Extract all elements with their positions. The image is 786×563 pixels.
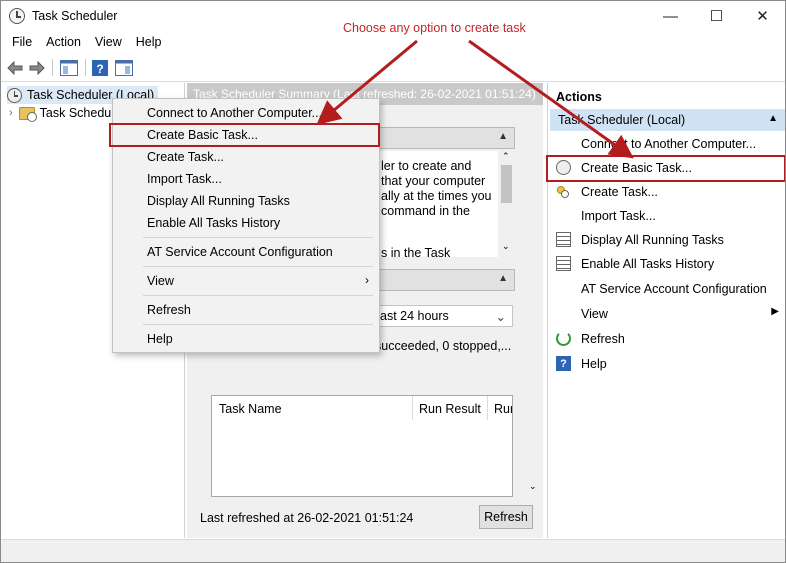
- actions-subheader-label: Task Scheduler (Local): [558, 113, 686, 127]
- ctx-refresh[interactable]: Refresh: [113, 299, 379, 321]
- running-tasks-icon: [556, 232, 571, 247]
- menu-separator: [143, 266, 373, 267]
- overview-line: command in the: [381, 204, 470, 218]
- window-title: Task Scheduler: [32, 9, 118, 23]
- task-scheduler-window: Task Scheduler — ☐ ✕ File Action View He…: [0, 0, 786, 563]
- close-button[interactable]: ✕: [740, 1, 785, 31]
- submenu-arrow-icon: ▶: [771, 306, 779, 317]
- menu-action[interactable]: Action: [39, 32, 88, 54]
- help-icon: ?: [556, 356, 571, 371]
- ctx-help[interactable]: Help: [113, 328, 379, 350]
- ctx-at-service-account-configuration[interactable]: AT Service Account Configuration: [113, 241, 379, 263]
- menu-separator: [143, 324, 373, 325]
- column-header-run-result[interactable]: Run Result: [419, 402, 481, 416]
- last-refreshed-text: Last refreshed at 26-02-2021 01:51:24: [200, 511, 414, 525]
- status-period-select[interactable]: ast 24 hours ⌄: [373, 305, 513, 327]
- overview-line: ally at the times you: [381, 189, 492, 203]
- collapse-caret-icon[interactable]: ▲: [768, 113, 778, 124]
- ctx-view-label: View: [147, 274, 174, 288]
- action-label: View: [581, 307, 608, 321]
- action-at-service-account-configuration[interactable]: AT Service Account Configuration: [548, 278, 785, 300]
- action-create-task[interactable]: Create Task...: [548, 181, 785, 203]
- chevron-down-icon: ⌄: [495, 310, 506, 324]
- action-label: Import Task...: [581, 209, 656, 223]
- overview-line: that your computer: [381, 174, 486, 188]
- actions-title: Actions: [556, 90, 602, 104]
- create-task-icon: [556, 184, 571, 199]
- highlight-box-actions-create-basic-task: [546, 155, 785, 182]
- status-summary-text: succeeded, 0 stopped,...: [375, 339, 512, 353]
- overview-line: s in the Task: [381, 246, 451, 260]
- toolbar: ?: [1, 54, 785, 82]
- folder-icon: [18, 106, 37, 122]
- back-arrow-icon[interactable]: [6, 58, 24, 77]
- show-hide-action-pane-icon[interactable]: [114, 58, 134, 77]
- action-label: AT Service Account Configuration: [581, 282, 767, 296]
- scroll-down-icon[interactable]: ⌄: [502, 241, 510, 252]
- ctx-create-task[interactable]: Create Task...: [113, 146, 379, 168]
- status-bar: [1, 539, 785, 562]
- ctx-enable-all-tasks-history[interactable]: Enable All Tasks History: [113, 212, 379, 234]
- maximize-button[interactable]: ☐: [694, 1, 739, 31]
- action-label: Help: [581, 357, 607, 371]
- toolbar-separator: [52, 59, 53, 76]
- task-status-grid: Task Name Run Result Rur: [211, 395, 513, 497]
- menu-separator: [143, 295, 373, 296]
- refresh-button[interactable]: Refresh: [479, 505, 533, 529]
- ctx-view[interactable]: View ›: [113, 270, 379, 292]
- menu-view[interactable]: View: [88, 32, 129, 54]
- tree-item-label: Task Schedu: [39, 106, 112, 120]
- menu-separator: [143, 237, 373, 238]
- menu-bar: File Action View Help: [1, 32, 785, 54]
- action-label: Display All Running Tasks: [581, 233, 724, 247]
- action-label: Enable All Tasks History: [581, 257, 715, 271]
- action-refresh[interactable]: Refresh: [548, 328, 785, 350]
- collapse-caret-icon[interactable]: ▲: [498, 273, 508, 284]
- forward-arrow-icon[interactable]: [28, 58, 46, 77]
- refresh-icon: [556, 331, 571, 346]
- help-toolbar-icon[interactable]: ?: [91, 58, 109, 77]
- action-enable-all-tasks-history[interactable]: Enable All Tasks History: [548, 253, 785, 275]
- action-label: Connect to Another Computer...: [581, 137, 757, 151]
- action-connect-to-another-computer[interactable]: Connect to Another Computer...: [548, 133, 785, 155]
- expand-chevron-icon[interactable]: ›: [9, 107, 13, 119]
- overview-line: ler to create and: [381, 159, 472, 173]
- show-hide-console-tree-icon[interactable]: [59, 58, 79, 77]
- minimize-button[interactable]: —: [648, 1, 693, 31]
- action-import-task[interactable]: Import Task...: [548, 205, 785, 227]
- tree-item-task-scheduler-library[interactable]: › Task Schedu: [9, 104, 111, 122]
- summary-scrollbar[interactable]: ⌄: [525, 267, 542, 495]
- column-header-task-name[interactable]: Task Name: [219, 402, 282, 416]
- submenu-arrow-icon: ›: [365, 273, 369, 287]
- action-help[interactable]: ? Help: [548, 353, 785, 375]
- action-label: Refresh: [581, 332, 625, 346]
- clock-icon: [7, 87, 22, 103]
- svg-text:?: ?: [96, 62, 103, 76]
- scroll-up-icon[interactable]: ⌃: [502, 151, 510, 162]
- ctx-display-all-running-tasks[interactable]: Display All Running Tasks: [113, 190, 379, 212]
- scroll-down-icon[interactable]: ⌄: [529, 481, 537, 492]
- task-scheduler-app-icon: [9, 8, 25, 24]
- action-view[interactable]: View ▶: [548, 303, 785, 325]
- column-header-run[interactable]: Rur: [494, 402, 512, 416]
- toolbar-separator: [85, 59, 86, 76]
- ctx-connect-to-another-computer[interactable]: Connect to Another Computer...: [113, 102, 379, 124]
- overview-scrollbar[interactable]: ⌃ ⌄: [498, 151, 515, 257]
- actions-subheader[interactable]: Task Scheduler (Local) ▲: [550, 109, 785, 131]
- ctx-import-task[interactable]: Import Task...: [113, 168, 379, 190]
- status-period-value: ast 24 hours: [380, 309, 449, 323]
- menu-help[interactable]: Help: [129, 32, 169, 54]
- actions-pane: Actions Task Scheduler (Local) ▲ Connect…: [547, 83, 785, 538]
- menu-file[interactable]: File: [5, 32, 39, 54]
- action-label: Create Task...: [581, 185, 658, 199]
- annotation-text: Choose any option to create task: [343, 21, 526, 35]
- action-display-all-running-tasks[interactable]: Display All Running Tasks: [548, 229, 785, 251]
- collapse-caret-icon[interactable]: ▲: [498, 131, 508, 142]
- column-divider: [412, 396, 413, 420]
- highlight-box-context-create-basic-task: [109, 123, 380, 147]
- column-divider: [487, 396, 488, 420]
- history-icon: [556, 256, 571, 271]
- scrollbar-thumb[interactable]: [501, 165, 512, 203]
